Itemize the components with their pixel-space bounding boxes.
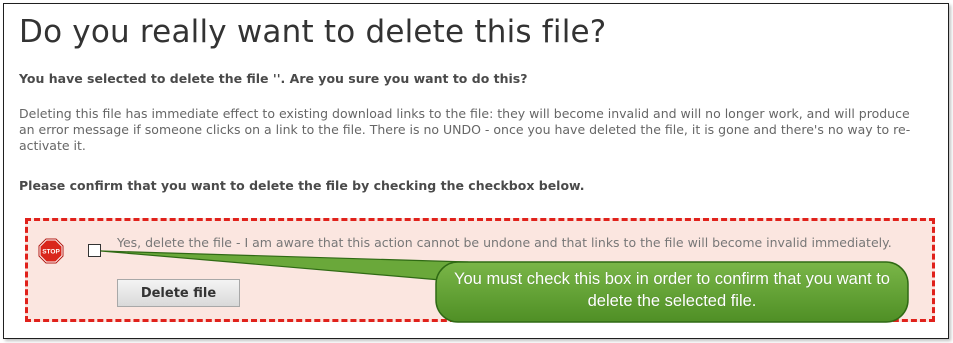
warning-paragraph: Deleting this file has immediate effect … [19,106,911,153]
page-title: Do you really want to delete this file? [19,14,607,50]
confirm-delete-checkbox[interactable] [88,244,101,257]
delete-file-button[interactable]: Delete file [117,279,240,307]
confirm-checkbox-label[interactable]: Yes, delete the file - I am aware that t… [117,235,907,251]
confirm-instruction: Please confirm that you want to delete t… [19,178,585,193]
callout-text: You must check this box in order to conf… [454,270,890,310]
stop-sign-text: STOP [42,249,60,256]
selected-file-message: You have selected to delete the file ''.… [19,71,528,86]
stop-sign-icon: STOP [38,238,64,264]
